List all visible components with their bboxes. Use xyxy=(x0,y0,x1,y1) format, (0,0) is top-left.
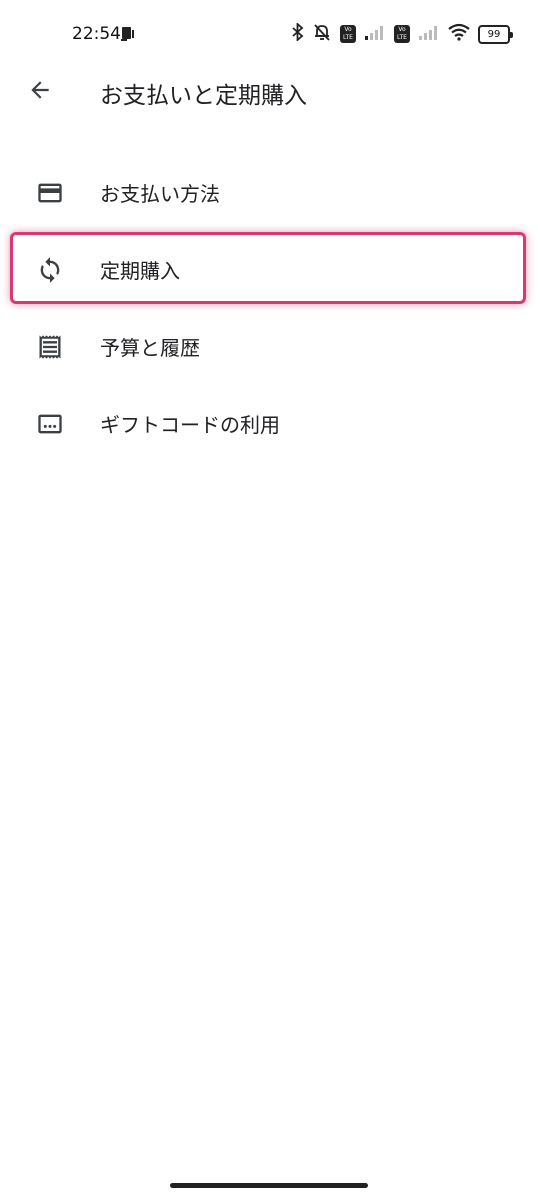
app-bar: お支払いと定期購入 xyxy=(0,60,540,124)
mute-bell-icon xyxy=(312,22,332,46)
status-icons: Vo LTE Vo LTE 99 xyxy=(292,21,513,46)
redeem-code-icon xyxy=(35,409,65,439)
menu-item-label: 予算と履歴 xyxy=(100,336,200,360)
volte-badge: Vo LTE xyxy=(340,25,356,43)
wifi-icon xyxy=(448,23,470,45)
screen-cast-icon xyxy=(120,26,136,46)
battery-indicator: 99 xyxy=(478,24,513,44)
signal-icon-2 xyxy=(418,24,440,44)
menu-item-label: ギフトコードの利用 xyxy=(100,413,280,437)
home-indicator[interactable] xyxy=(170,1183,368,1188)
menu-item-label: 定期購入 xyxy=(100,259,180,283)
menu-item-redeem-gift-code[interactable]: ギフトコードの利用 xyxy=(0,385,540,462)
receipt-icon xyxy=(35,332,65,362)
bluetooth-icon xyxy=(292,21,304,45)
screen: 22:54 Vo LTE Vo LTE 99 お支払いと定期購入 お支払い方法 … xyxy=(0,0,540,1200)
menu-item-label: お支払い方法 xyxy=(100,182,220,206)
menu-item-subscriptions[interactable]: 定期購入 xyxy=(0,231,540,308)
volte-badge-2: Vo LTE xyxy=(394,25,410,43)
credit-card-icon xyxy=(35,178,65,208)
sync-icon xyxy=(35,255,65,285)
signal-icon xyxy=(364,24,386,44)
menu-list: お支払い方法 定期購入 予算と履歴 ギフトコードの利用 xyxy=(0,154,540,462)
back-button[interactable] xyxy=(20,72,60,112)
menu-item-payment-methods[interactable]: お支払い方法 xyxy=(0,154,540,231)
page-title: お支払いと定期購入 xyxy=(100,83,307,109)
arrow-back-icon xyxy=(27,77,53,107)
status-time: 22:54 xyxy=(72,24,121,44)
menu-item-budget-history[interactable]: 予算と履歴 xyxy=(0,308,540,385)
